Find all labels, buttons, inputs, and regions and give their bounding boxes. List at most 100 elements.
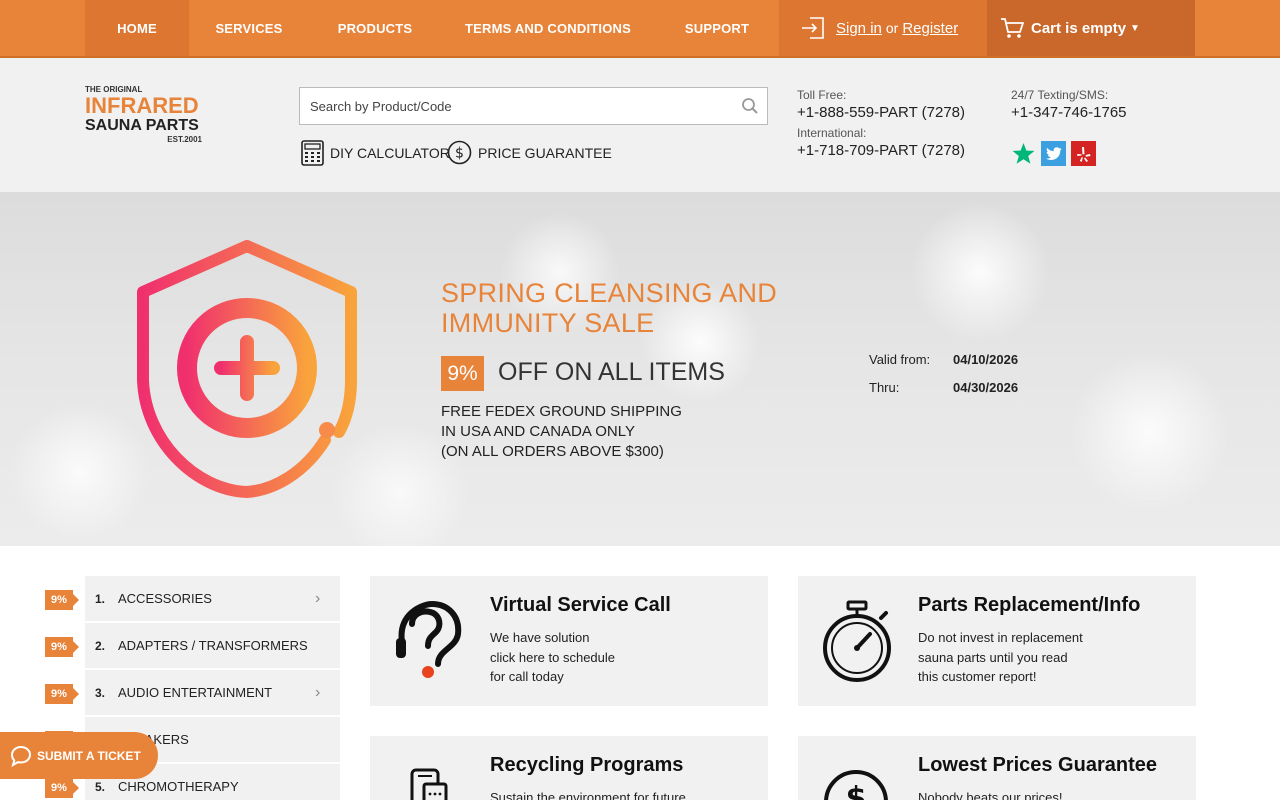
submit-ticket-label: SUBMIT A TICKET [37, 748, 141, 763]
logo-line-3: SAUNA PARTS [85, 117, 199, 134]
thru-label: Thru: [869, 380, 900, 395]
dollar-circle-icon: $ [447, 140, 472, 165]
twitter-icon[interactable] [1041, 141, 1066, 166]
card-title: Parts Replacement/Info [918, 594, 1141, 616]
international-label: International: [797, 126, 867, 140]
main-nav: HOME SERVICES PRODUCTS TERMS AND CONDITI… [85, 0, 779, 56]
price-guarantee-label: PRICE GUARANTEE [478, 144, 612, 161]
card-line: for call today [490, 669, 564, 684]
recycling-programs-card[interactable]: Recycling Programs Sustain the environme… [370, 736, 768, 800]
toll-free-label: Toll Free: [797, 88, 847, 102]
category-number: 2. [95, 639, 106, 653]
cart-button[interactable]: Cart is empty ▼ [987, 0, 1195, 56]
account-area: Sign in or Register [779, 0, 987, 56]
card-line: Sustain the environment for future [490, 790, 686, 800]
discount-tag: 9% [45, 590, 79, 610]
valid-from-date: 04/10/2026 [953, 352, 1019, 367]
register-link[interactable]: Register [902, 20, 958, 37]
top-navigation-bar: HOME SERVICES PRODUCTS TERMS AND CONDITI… [0, 0, 1280, 58]
card-title: Recycling Programs [490, 754, 684, 776]
headset-question-icon [396, 600, 462, 678]
discount-tag: 9% [45, 637, 79, 657]
card-line: We have solution [490, 630, 590, 645]
header: THE ORIGINAL INFRARED SAUNA PARTS EST.20… [0, 58, 1280, 192]
validity-dates: Valid from: 04/10/2026 Thru: 04/30/2026 [869, 352, 1018, 408]
card-description: Sustain the environment for future [490, 788, 686, 800]
promo-title: SPRING CLEANSING AND IMMUNITY SALE [441, 278, 778, 338]
dollar-coin-icon: $ [824, 770, 888, 800]
diy-calculator-label: DIY CALCULATOR [330, 145, 450, 161]
shipping-text: FREE FEDEX GROUND SHIPPING IN USA AND CA… [441, 402, 682, 462]
price-guarantee-link[interactable]: $ PRICE GUARANTEE [447, 140, 612, 165]
sms-number[interactable]: +1-347-746-1765 [1011, 104, 1127, 121]
category-number: 1. [95, 592, 106, 606]
virtual-service-call-card[interactable]: Virtual Service Call We have solution cl… [370, 576, 768, 706]
category-item[interactable]: 9% 3. AUDIO ENTERTAINMENT › [45, 670, 340, 717]
logo-line-4: EST.2001 [167, 135, 202, 144]
submit-ticket-button[interactable]: SUBMIT A TICKET [0, 732, 158, 779]
off-text: OFF ON ALL ITEMS [498, 358, 725, 386]
sms-label: 24/7 Texting/SMS: [1011, 88, 1109, 102]
card-description: Do not invest in replacement sauna parts… [918, 628, 1083, 687]
category-name: CHROMOTHERAPY [118, 779, 239, 794]
chat-bubble-icon [10, 745, 32, 767]
nav-home[interactable]: HOME [85, 0, 189, 56]
shipping-line-2: IN USA AND CANADA ONLY [441, 423, 635, 440]
nav-support[interactable]: SUPPORT [655, 0, 779, 56]
card-line: Nobody beats our prices! [918, 790, 1063, 800]
or-text: or [885, 20, 899, 36]
card-line: click here to schedule [490, 649, 616, 665]
discount-tag: 9% [45, 778, 79, 798]
sign-in-link[interactable]: Sign in [836, 20, 882, 37]
search-box [299, 87, 768, 125]
nav-terms[interactable]: TERMS AND CONDITIONS [441, 0, 655, 56]
nav-services[interactable]: SERVICES [189, 0, 309, 56]
phone-numbers: Toll Free: +1-888-559-PART (7278) Intern… [797, 88, 965, 159]
toll-free-number[interactable]: +1-888-559-PART (7278) [797, 104, 965, 121]
thru-date: 04/30/2026 [953, 380, 1019, 395]
discount-badge: 9% [441, 356, 484, 391]
shield-plus-icon [137, 240, 357, 498]
category-name: ACCESSORIES [118, 591, 212, 606]
parts-replacement-card[interactable]: Parts Replacement/Info Do not invest in … [798, 576, 1196, 706]
category-name: ADAPTERS / TRANSFORMERS [118, 638, 308, 653]
card-title: Lowest Prices Guarantee [918, 754, 1157, 776]
chevron-down-icon: ▼ [1130, 22, 1140, 34]
chevron-right-icon[interactable]: › [315, 684, 320, 702]
nav-products[interactable]: PRODUCTS [309, 0, 441, 56]
trustpilot-star-icon[interactable] [1011, 141, 1036, 166]
stopwatch-icon [823, 600, 891, 682]
devices-icon [410, 768, 448, 800]
site-logo[interactable]: THE ORIGINAL INFRARED SAUNA PARTS EST.20… [85, 85, 205, 144]
card-line: sauna parts until you read [918, 649, 1068, 665]
valid-from-label: Valid from: [869, 352, 931, 367]
search-icon[interactable] [741, 97, 759, 115]
logo-line-2: INFRARED [85, 93, 199, 118]
card-line: Do not invest in replacement [918, 630, 1083, 645]
yelp-icon[interactable] [1071, 141, 1096, 166]
svg-text:$: $ [846, 781, 867, 800]
sms-contact: 24/7 Texting/SMS: +1-347-746-1765 [1011, 88, 1127, 121]
promo-banner[interactable]: SPRING CLEANSING AND IMMUNITY SALE 9% OF… [0, 192, 1280, 546]
shipping-line-1: FREE FEDEX GROUND SHIPPING [441, 403, 682, 420]
card-description: Nobody beats our prices! [918, 788, 1063, 800]
international-number[interactable]: +1-718-709-PART (7278) [797, 142, 965, 159]
sign-in-icon [802, 17, 824, 39]
card-title: Virtual Service Call [490, 594, 671, 616]
discount-tag: 9% [45, 684, 79, 704]
search-input[interactable] [300, 88, 720, 124]
cart-label: Cart is empty [1031, 19, 1127, 37]
category-name: AUDIO ENTERTAINMENT [118, 685, 273, 700]
shipping-line-3: (ON ALL ORDERS ABOVE $300) [441, 443, 664, 460]
cart-icon [1001, 18, 1024, 38]
diy-calculator-link[interactable]: DIY CALCULATOR [301, 140, 450, 166]
category-item[interactable]: 9% 1. ACCESSORIES › [45, 576, 340, 623]
card-line: this customer report! [918, 669, 1037, 684]
lowest-prices-card[interactable]: $ Lowest Prices Guarantee Nobody beats o… [798, 736, 1196, 800]
chevron-right-icon[interactable]: › [315, 590, 320, 608]
card-description: We have solution click here to schedule … [490, 628, 615, 687]
category-item[interactable]: 9% 2. ADAPTERS / TRANSFORMERS [45, 623, 340, 670]
category-number: 5. [95, 780, 106, 794]
category-number: 3. [95, 686, 106, 700]
calculator-icon [301, 140, 324, 166]
